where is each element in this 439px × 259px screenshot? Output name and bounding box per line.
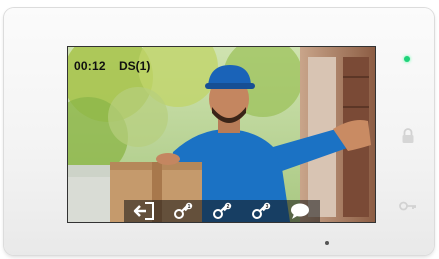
unlock-3-icon: 3 [252, 202, 271, 219]
key-icon [399, 201, 416, 211]
doorbell-camera-feed [68, 47, 375, 222]
call-control-bar: 1 2 3 [124, 200, 320, 222]
unlock-1-button[interactable]: 1 [168, 200, 198, 222]
door-station-label: DS(1) [119, 59, 151, 73]
status-led [404, 56, 410, 62]
svg-text:1: 1 [187, 204, 190, 210]
video-screen[interactable]: 00:12 DS(1) 1 2 3 [68, 47, 375, 222]
unlock-3-button[interactable]: 3 [246, 200, 276, 222]
microphone-hole [325, 241, 329, 245]
unlock-2-button[interactable]: 2 [207, 200, 237, 222]
svg-text:3: 3 [266, 204, 269, 210]
key-button[interactable] [399, 197, 417, 215]
exit-icon [133, 202, 154, 220]
talk-bubble-icon [291, 203, 310, 219]
lock-icon [402, 128, 414, 143]
unlock-1-icon: 1 [173, 202, 192, 219]
unlock-2-icon: 2 [212, 202, 232, 219]
talk-button[interactable] [285, 200, 315, 222]
call-timer: 00:12 [74, 59, 106, 73]
lock-button[interactable] [399, 127, 417, 145]
svg-text:2: 2 [227, 204, 230, 210]
exit-button[interactable] [129, 200, 159, 222]
